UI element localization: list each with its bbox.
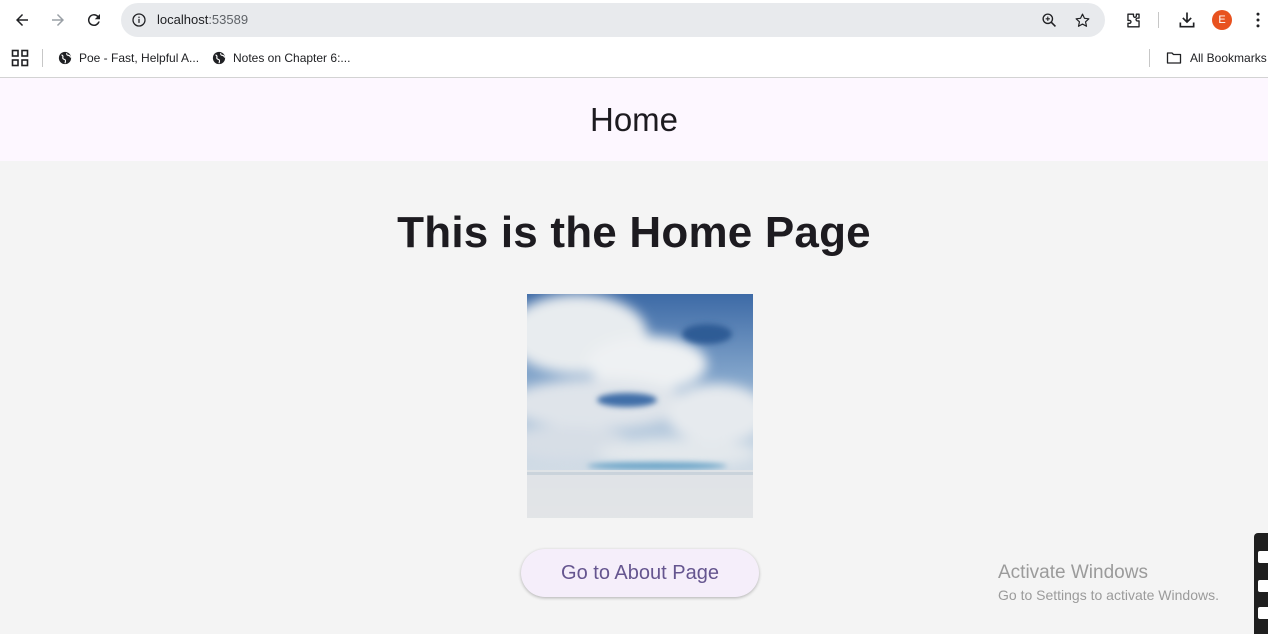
toolbar-divider — [1158, 12, 1159, 28]
widget-slot — [1258, 580, 1268, 592]
activate-windows-watermark: Activate Windows Go to Settings to activ… — [998, 562, 1219, 603]
url-host: localhost — [157, 12, 209, 27]
url-text[interactable]: localhost:53589 — [157, 12, 248, 27]
bookmark-label: Notes on Chapter 6:... — [233, 51, 351, 65]
sky-clouds-image — [527, 294, 753, 518]
bookmark-label: Poe - Fast, Helpful A... — [79, 51, 200, 65]
widget-slot — [1258, 551, 1268, 563]
browser-toolbar: localhost:53589 E — [0, 0, 1268, 40]
folder-icon — [1166, 52, 1182, 64]
download-icon[interactable] — [1175, 8, 1199, 32]
bookmarks-bar: Poe - Fast, Helpful A... Notes on Chapte… — [0, 40, 1268, 78]
avatar-initial: E — [1218, 14, 1226, 26]
address-bar[interactable]: localhost:53589 — [121, 3, 1105, 37]
bookmark-notes-chapter-6[interactable]: Notes on Chapter 6:... — [212, 48, 350, 68]
reload-icon[interactable] — [80, 6, 108, 34]
profile-avatar[interactable]: E — [1212, 10, 1232, 30]
bookmarks-divider — [1149, 49, 1150, 67]
forward-icon[interactable] — [44, 6, 72, 34]
all-bookmarks-label: All Bookmarks — [1190, 51, 1267, 65]
watermark-title: Activate Windows — [998, 562, 1148, 583]
watermark-subtitle: Go to Settings to activate Windows. — [998, 587, 1219, 603]
all-bookmarks-button[interactable]: All Bookmarks — [1166, 48, 1267, 68]
globe-icon — [58, 51, 72, 65]
bookmark-poe[interactable]: Poe - Fast, Helpful A... — [58, 48, 199, 68]
page-heading: This is the Home Page — [397, 208, 871, 257]
apps-icon[interactable] — [11, 49, 29, 67]
app-bar-title: Home — [589, 100, 679, 138]
bookmarks-divider — [42, 49, 43, 67]
globe-icon — [212, 51, 226, 65]
back-icon[interactable] — [8, 6, 36, 34]
widget-slot — [1258, 607, 1268, 619]
go-to-about-button[interactable]: Go to About Page — [521, 549, 759, 597]
url-port: :53589 — [208, 12, 249, 27]
star-icon[interactable] — [1072, 10, 1092, 30]
zoom-icon[interactable] — [1039, 10, 1059, 30]
more-icon[interactable] — [1246, 8, 1268, 32]
extensions-icon[interactable] — [1121, 8, 1145, 32]
site-info-icon[interactable] — [129, 10, 149, 30]
app-bar: Home — [0, 78, 1268, 161]
edge-side-widget[interactable] — [1254, 533, 1268, 634]
go-to-about-label: Go to About Page — [561, 561, 719, 584]
